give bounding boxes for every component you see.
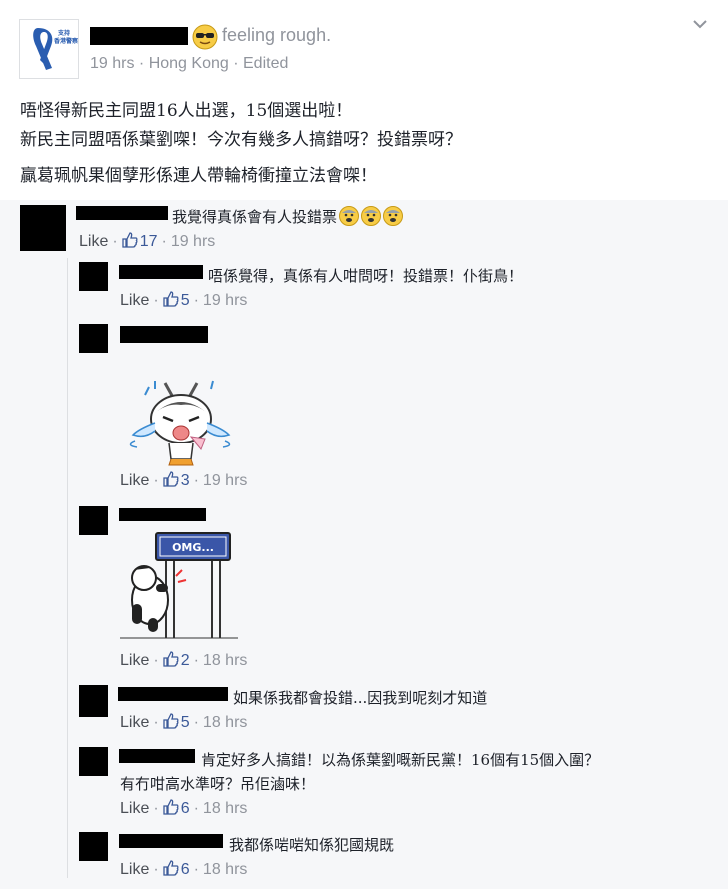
comment-text: 唔係覺得，真係有人咁問呀！投錯票！仆街鳥！ <box>208 267 524 285</box>
comment-time[interactable]: 18 hrs <box>203 714 247 731</box>
like-count[interactable]: 6 <box>181 861 190 878</box>
comment-time[interactable]: 19 hrs <box>203 292 247 309</box>
fearful-emoji-icon <box>339 206 360 226</box>
comment-actions: Like · 5 · 18 hrs <box>120 713 248 731</box>
redacted-commenter-name[interactable] <box>118 687 228 701</box>
meta-separator: · <box>138 55 145 72</box>
post-body-line: 唔怪得新民主同盟16人出選，15個選出啦！ <box>20 101 353 121</box>
reply-thread-line <box>67 258 68 878</box>
post-time[interactable]: 19 hrs <box>90 55 134 72</box>
profile-avatar[interactable]: 支持 香港警察 <box>19 19 79 79</box>
chevron-down-icon[interactable] <box>692 18 708 30</box>
like-link[interactable]: Like <box>120 292 149 309</box>
comment-text-line2: 有冇咁高水準呀？吊佢滷味！ <box>120 775 316 793</box>
redacted-commenter-name[interactable] <box>76 206 168 220</box>
post-edited[interactable]: Edited <box>243 55 288 72</box>
like-count[interactable]: 17 <box>140 233 158 250</box>
post-location[interactable]: Hong Kong <box>149 55 229 72</box>
thumbs-up-icon <box>163 471 179 487</box>
comment-actions: Like · 6 · 18 hrs <box>120 799 248 817</box>
omg-panda-sticker[interactable]: OMG... <box>120 528 238 643</box>
post-header: 支持 香港警察 feeling rough. 19 hrs · Hong Kon… <box>0 0 728 200</box>
comment-text: 我都係啱啱知係犯國規既 <box>229 836 395 854</box>
redacted-avatar[interactable] <box>79 747 108 776</box>
comment-actions: Like · 3 · 19 hrs <box>120 471 248 489</box>
comment-text: 我覺得真係會有人投錯票 <box>172 206 404 227</box>
comment-actions: Like · 2 · 18 hrs <box>120 651 248 669</box>
like-link[interactable]: Like <box>120 472 149 489</box>
comment-time[interactable]: 19 hrs <box>171 233 215 250</box>
redacted-avatar[interactable] <box>79 324 108 353</box>
thumbs-up-icon <box>163 713 179 729</box>
post-body-line: 贏葛珮帆果個孽形係連人帶輪椅衝撞立法會㗎！ <box>20 166 377 186</box>
crying-cat-sticker[interactable] <box>125 373 235 468</box>
redacted-avatar[interactable] <box>79 506 108 535</box>
like-link[interactable]: Like <box>120 652 149 669</box>
cool-emoji-icon <box>192 24 218 50</box>
redacted-commenter-name[interactable] <box>119 265 203 279</box>
redacted-avatar[interactable] <box>79 832 108 861</box>
comment-actions: Like · 5 · 19 hrs <box>120 291 248 309</box>
like-link[interactable]: Like <box>120 714 149 731</box>
redacted-commenter-name[interactable] <box>120 326 208 343</box>
thumbs-up-icon <box>163 651 179 667</box>
comment-text-body: 我覺得真係會有人投錯票 <box>172 208 338 226</box>
redacted-commenter-name[interactable] <box>119 749 195 763</box>
feeling-text: feeling rough. <box>222 25 332 45</box>
omg-sign-text: OMG... <box>172 541 214 554</box>
fearful-emoji-icon <box>383 206 404 226</box>
comment-actions: Like · 17 · 19 hrs <box>79 232 216 250</box>
like-link[interactable]: Like <box>79 233 108 250</box>
redacted-avatar[interactable] <box>20 205 66 251</box>
thumbs-up-icon <box>163 291 179 307</box>
like-count[interactable]: 3 <box>181 472 190 489</box>
comment-text: 肯定好多人搞錯！以為係葉劉嘅新民黨！16個有15個入圍？ <box>201 751 600 769</box>
redacted-avatar[interactable] <box>79 262 108 291</box>
like-link[interactable]: Like <box>120 800 149 817</box>
thumbs-up-icon <box>163 799 179 815</box>
comment-time[interactable]: 18 hrs <box>203 800 247 817</box>
logo-text-2: 香港警察 <box>54 38 79 45</box>
redacted-author-name <box>90 27 188 45</box>
like-count[interactable]: 5 <box>181 292 190 309</box>
comment-time[interactable]: 18 hrs <box>203 652 247 669</box>
meta-separator: · <box>233 55 239 72</box>
comments-section <box>0 200 728 889</box>
redacted-avatar[interactable] <box>79 685 108 717</box>
thumbs-up-icon <box>122 232 138 248</box>
redacted-commenter-name[interactable] <box>119 834 223 848</box>
comment-actions: Like · 6 · 18 hrs <box>120 860 248 878</box>
like-link[interactable]: Like <box>120 861 149 878</box>
redacted-commenter-name[interactable] <box>119 508 206 521</box>
like-count[interactable]: 6 <box>181 800 190 817</box>
thumbs-up-icon <box>163 860 179 876</box>
fearful-emoji-icon <box>361 206 382 226</box>
like-count[interactable]: 5 <box>181 714 190 731</box>
comment-time[interactable]: 18 hrs <box>203 861 247 878</box>
post-meta: 19 hrs · Hong Kong · Edited <box>90 55 288 73</box>
comment-text: 如果係我都會投錯...因我到呢刻才知道 <box>233 689 488 707</box>
like-count[interactable]: 2 <box>181 652 190 669</box>
comment-time[interactable]: 19 hrs <box>203 472 247 489</box>
post-body-line: 新民主同盟唔係葉劉㗎！今次有幾多人搞錯呀？投錯票呀？ <box>20 130 462 150</box>
